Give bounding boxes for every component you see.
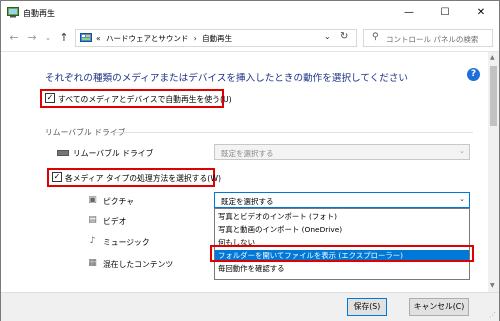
music-icon: ♪ [89,236,96,246]
mixed-content-icon: ▦ [88,258,97,268]
breadcrumb-autoplay[interactable]: 自動再生 [202,34,232,43]
vertical-scrollbar[interactable]: ▲ ▼ [488,52,499,292]
close-button[interactable]: ✕ [463,1,499,23]
per-media-type-label[interactable]: 各メディア タイプの処理方法を選択する(W) [65,173,221,184]
maximize-button[interactable]: ☐ [427,1,463,23]
pictures-select[interactable]: 既定を選択する ⌄ [214,192,470,208]
minimize-button[interactable]: — [391,1,427,23]
back-button[interactable]: ← [7,31,21,45]
breadcrumb-separator[interactable]: › [194,34,197,43]
search-input[interactable]: コントロール パネルの検索 [386,34,478,45]
removable-drive-icon [57,150,69,156]
removable-drive-label: リムーバブル ドライブ [73,149,154,158]
address-dropdown-icon[interactable]: ⌄ [324,32,331,41]
search-box[interactable]: ⚲ コントロール パネルの検索 [363,29,493,47]
recent-locations-button[interactable]: ⌄ [41,31,55,45]
window-title: 自動再生 [23,9,55,18]
pictures-icon: ▣ [88,195,97,205]
scroll-down-icon[interactable]: ▼ [490,282,495,289]
use-autoplay-checkbox[interactable]: ✓ [45,93,55,103]
per-media-type-checkbox[interactable]: ✓ [52,172,62,182]
refresh-icon[interactable]: ↻ [340,31,348,42]
control-panel-icon [80,33,92,42]
save-button[interactable]: 保存(S) [347,298,387,316]
up-button[interactable]: ↑ [57,31,71,45]
removable-drive-select: 既定を選択する ⌄ [214,144,470,160]
pictures-label: ピクチャ [103,197,135,206]
close-icon: ✕ [476,6,486,18]
pictures-dropdown-list: 写真とビデオのインポート (フォト) 写真と動画のインポート (OneDrive… [214,208,470,280]
chevron-down-icon: ⌄ [44,33,52,42]
forward-arrow-icon: → [27,31,37,44]
option-ask-every-time[interactable]: 毎回動作を確認する [215,263,469,275]
minimize-icon: — [404,6,414,18]
scroll-up-icon[interactable]: ▲ [490,54,495,61]
breadcrumb-overflow[interactable]: « [96,34,101,43]
maximize-icon: ☐ [440,6,450,18]
resize-grip-icon[interactable]: ⋰ [489,311,496,319]
cancel-button[interactable]: キャンセル(C) [409,298,469,316]
removable-drive-select-value: 既定を選択する [221,149,274,158]
video-icon: ▤ [88,215,97,225]
chevron-down-icon: ⌄ [459,147,465,155]
option-import-photos[interactable]: 写真とビデオのインポート (フォト) [215,211,469,223]
footer-bar: 保存(S) キャンセル(C) ⋰ [1,292,499,321]
highlight-open-folder-option [210,245,474,262]
chevron-down-icon: ⌄ [459,195,465,203]
title-bar: 自動再生 — ☐ ✕ [1,1,499,25]
breadcrumb: « ハードウェアとサウンド › 自動再生 [96,33,235,44]
section-divider [113,132,473,133]
use-autoplay-label[interactable]: すべてのメディアとデバイスで自動再生を使う(U) [58,94,232,105]
forward-button[interactable]: → [25,31,39,45]
page-heading: それぞれの種類のメディアまたはデバイスを挿入したときの動作を選択してください [45,73,409,84]
mixed-content-label: 混在したコンテンツ [103,260,174,269]
back-arrow-icon: ← [9,31,19,44]
address-bar[interactable]: « ハードウェアとサウンド › 自動再生 ⌄ ↻ [75,29,357,47]
pictures-select-value: 既定を選択する [221,197,274,206]
breadcrumb-hardware-and-sound[interactable]: ハードウェアとサウンド [106,34,188,43]
music-label: ミュージック [103,238,150,247]
scrollbar-thumb[interactable] [490,66,497,126]
up-arrow-icon: ↑ [59,31,69,44]
autoplay-app-icon [7,7,19,18]
help-icon[interactable]: ? [467,68,480,81]
navigation-bar: ← → ⌄ ↑ « ハードウェアとサウンド › 自動再生 ⌄ ↻ ⚲ コントロー… [1,26,499,50]
autoplay-window: 自動再生 — ☐ ✕ ← → ⌄ ↑ « ハードウェアとサウンド › 自動再生 … [0,0,500,321]
option-import-onedrive[interactable]: 写真と動画のインポート (OneDrive) [215,224,469,236]
video-label: ビデオ [103,217,127,226]
search-icon: ⚲ [372,32,379,42]
